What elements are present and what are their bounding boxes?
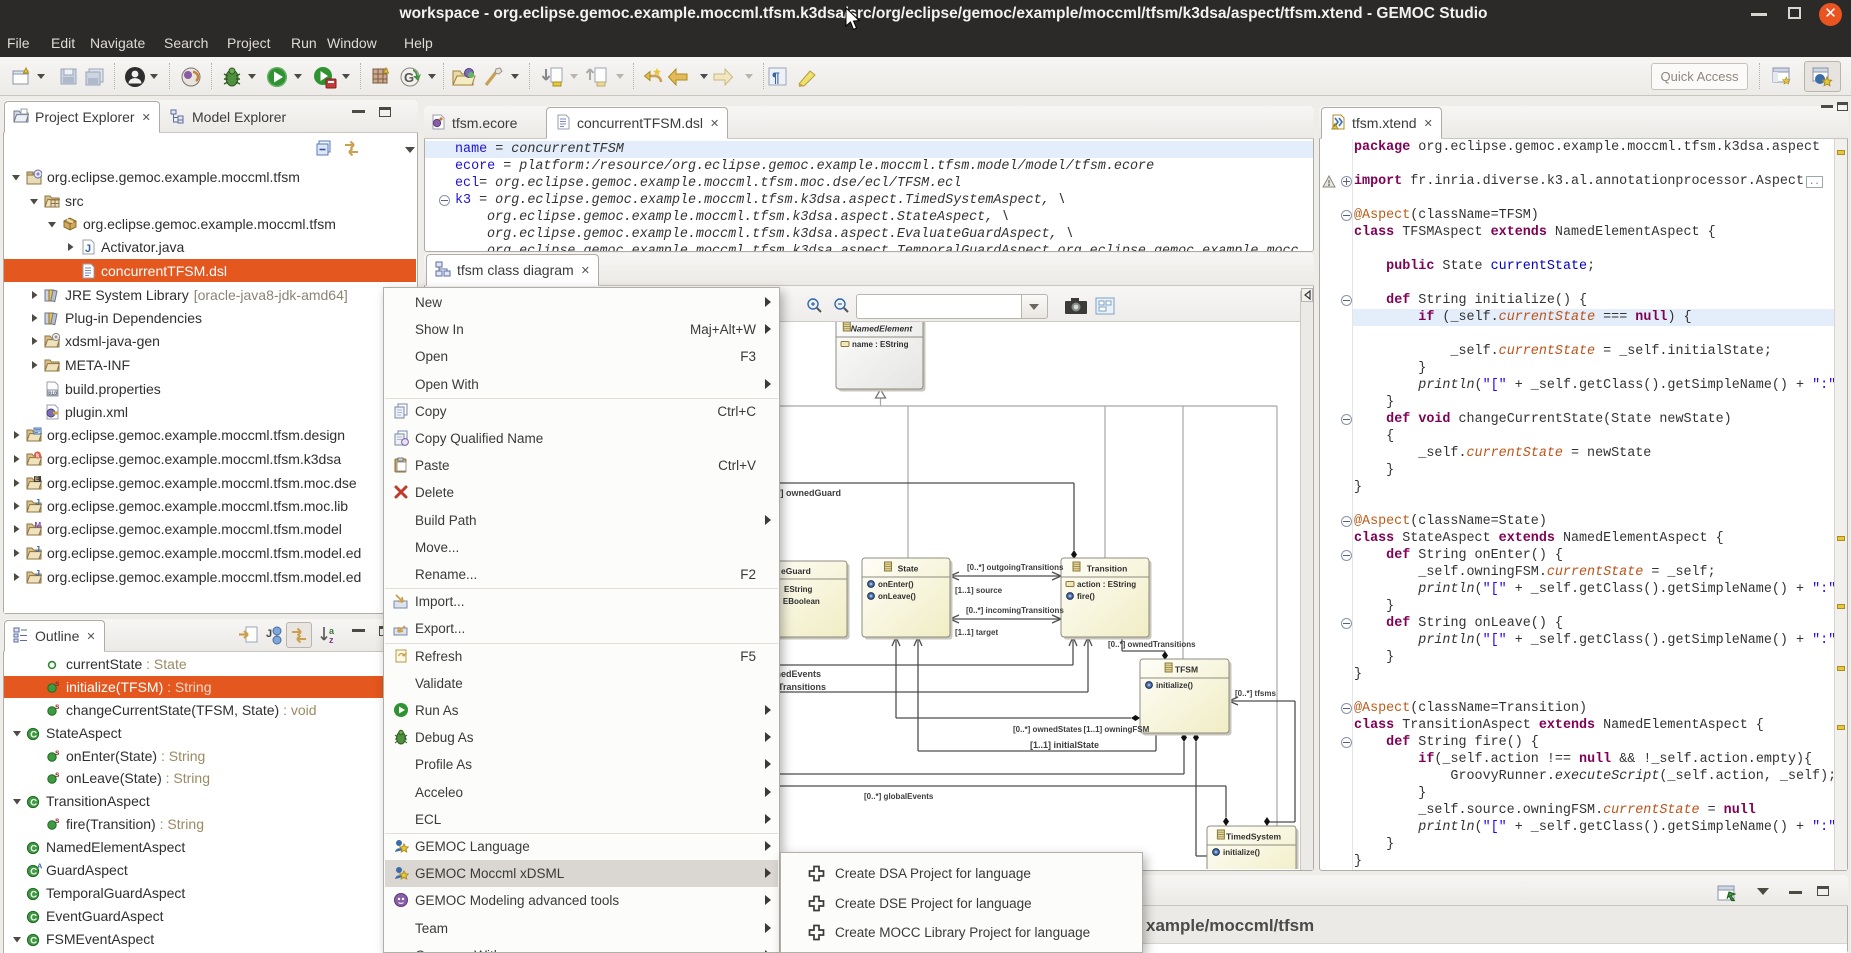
svg-text:G: G — [404, 70, 414, 85]
svg-text:eGuard: eGuard — [781, 566, 811, 576]
svg-text:J: J — [85, 243, 91, 255]
svg-text:C: C — [30, 935, 37, 946]
svg-text:TimedSystem: TimedSystem — [1226, 832, 1282, 842]
svg-text:C: C — [30, 912, 37, 923]
svg-text:s: s — [55, 816, 60, 825]
svg-text:010: 010 — [49, 390, 58, 396]
svg-text:s: s — [55, 702, 60, 711]
svg-text:[0..*] globalEvents: [0..*] globalEvents — [864, 792, 934, 801]
svg-text:initialize(): initialize() — [1223, 848, 1260, 857]
svg-text:fire(): fire() — [1077, 592, 1095, 601]
svg-text:A: A — [37, 862, 42, 871]
svg-text:[1..1] target: [1..1] target — [955, 628, 998, 637]
svg-text:name : EString: name : EString — [852, 340, 909, 349]
svg-text:: EBoolean: : EBoolean — [778, 597, 820, 606]
svg-text:[0..*] outgoingTransitions: [0..*] outgoingTransitions — [967, 563, 1064, 572]
svg-text:[0..*] tfsms: [0..*] tfsms — [1235, 689, 1276, 698]
svg-text:Transition: Transition — [1087, 564, 1128, 574]
svg-text:State: State — [898, 564, 919, 574]
svg-text:TFSM: TFSM — [1175, 665, 1198, 675]
svg-text:E: E — [35, 477, 39, 483]
svg-text:action : EString: action : EString — [1077, 580, 1136, 589]
svg-text:M: M — [35, 521, 42, 530]
svg-text:[1..1] initialState: [1..1] initialState — [1030, 740, 1099, 750]
svg-text:s: s — [55, 748, 60, 757]
svg-text:onLeave(): onLeave() — [878, 592, 916, 601]
svg-text:J: J — [36, 545, 40, 554]
svg-text:C: C — [30, 889, 37, 900]
svg-text:[0..*] incomingTransitions: [0..*] incomingTransitions — [966, 606, 1064, 615]
svg-text:NamedElement: NamedElement — [851, 324, 914, 334]
svg-text:[0..*] ownedStates [1..1] owni: [0..*] ownedStates [1..1] owningFSM — [1013, 725, 1150, 734]
svg-text:C: C — [30, 729, 37, 740]
svg-text:J: J — [36, 569, 40, 578]
svg-text:[0..*] ownedTransitions: [0..*] ownedTransitions — [1108, 640, 1196, 649]
svg-text:C: C — [30, 797, 37, 808]
svg-text:s: s — [55, 770, 60, 779]
svg-text:J: J — [266, 628, 272, 640]
svg-text:onEnter(): onEnter() — [878, 580, 914, 589]
svg-text:initialize(): initialize() — [1156, 681, 1193, 690]
svg-text:¶: ¶ — [772, 69, 780, 85]
svg-text:z: z — [329, 635, 334, 645]
svg-text:[1..1] source: [1..1] source — [955, 586, 1003, 595]
svg-text:C: C — [30, 843, 37, 854]
svg-text:!: ! — [1334, 124, 1335, 129]
svg-text:J: J — [36, 498, 40, 507]
svg-text:s: s — [55, 679, 60, 688]
svg-text:EString: EString — [784, 585, 813, 594]
